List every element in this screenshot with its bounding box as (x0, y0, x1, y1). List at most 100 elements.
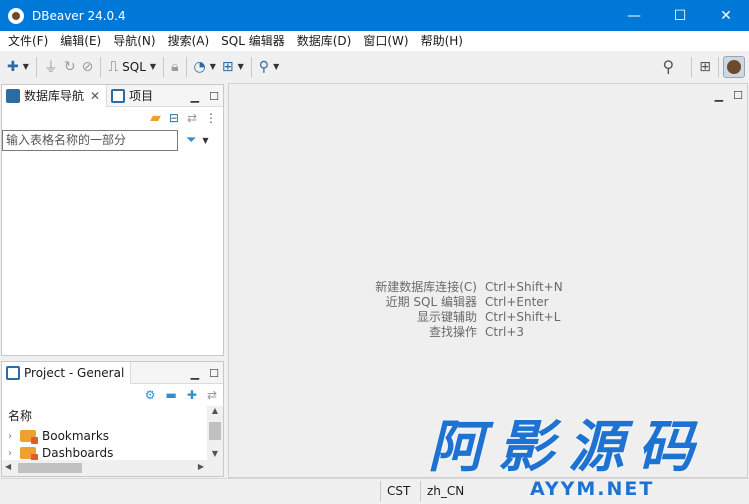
scroll-right-icon[interactable]: ▶ (198, 462, 204, 471)
scroll-thumb[interactable] (209, 422, 221, 440)
scroll-down-icon[interactable]: ▼ (207, 449, 223, 458)
column-header-name[interactable]: 名称 (2, 406, 223, 426)
toolbar-separator (691, 56, 693, 77)
hint-label: 显示键辅助 (416, 310, 477, 324)
tab-label: 数据库导航 (24, 89, 85, 103)
close-button[interactable]: ✕ (703, 0, 749, 31)
tree-item-label: Bookmarks (42, 429, 110, 443)
locale-status: zh_CN (420, 481, 470, 501)
sql-editor-button[interactable]: ⎍ SQL ▼ (105, 55, 159, 79)
search-icon: ⚲ (258, 58, 270, 75)
menu-navigate[interactable]: 导航(N) (107, 31, 161, 51)
sql-button-label: SQL (122, 59, 146, 74)
tree-item-label: Dashboards (42, 446, 114, 460)
chevron-down-icon: ▼ (209, 62, 216, 71)
maximize-button[interactable]: ☐ (657, 0, 703, 31)
menu-bar: 文件(F) 编辑(E) 导航(N) 搜索(A) SQL 编辑器 数据库(D) 窗… (0, 31, 749, 51)
menu-window[interactable]: 窗口(W) (357, 31, 414, 51)
minimize-view-icon[interactable]: ▁ (191, 367, 199, 380)
menu-database[interactable]: 数据库(D) (291, 31, 358, 51)
menu-file[interactable]: 文件(F) (2, 31, 54, 51)
chevron-right-icon[interactable]: › (8, 431, 20, 442)
hint-shortcut: Ctrl+Shift+N (485, 280, 563, 294)
project-vertical-scrollbar[interactable]: ▲ ▼ (207, 406, 223, 476)
minimize-button[interactable]: — (611, 0, 657, 31)
chevron-right-icon[interactable]: › (8, 448, 20, 459)
chevron-down-icon[interactable]: ▼ (202, 136, 208, 145)
dbeaver-perspective-button[interactable] (723, 55, 745, 78)
collapse-all-icon[interactable]: ⊟ (169, 111, 179, 125)
global-search-button[interactable]: ⚲ (660, 55, 678, 79)
hint-shortcut: Ctrl+Shift+L (485, 310, 561, 324)
project-toolbar: ⚙ ▬ ✚ ⇄ (2, 384, 223, 406)
scroll-up-icon[interactable]: ▲ (207, 406, 223, 416)
menu-edit[interactable]: 编辑(E) (54, 31, 107, 51)
connect-button[interactable]: ⏚ (41, 55, 61, 79)
sql-script-icon: ⎍ (108, 58, 119, 75)
scroll-thumb[interactable] (18, 463, 82, 473)
gear-icon[interactable]: ⚙ (145, 388, 156, 402)
chevron-down-icon: ▼ (22, 62, 29, 71)
main-toolbar: ✚ ▼ ⏚ ↻ ⊘ ⎍ SQL ▼ 🔒︎ ◔ ▼ ⊞ ▼ ⚲ ▼ ⚲ ⊞ (0, 51, 749, 82)
close-icon[interactable]: ✕ (90, 89, 100, 103)
expand-all-icon[interactable]: ✚ (187, 388, 197, 402)
toolbar-separator (35, 56, 37, 77)
reconnect-button[interactable]: ↻ (61, 55, 79, 79)
dashboard-button[interactable]: ◔ ▼ (191, 55, 219, 79)
transaction-lock-button[interactable]: 🔒︎ (168, 55, 181, 79)
hierarchy-icon: ⊞ (221, 58, 234, 75)
menu-sql-editor[interactable]: SQL 编辑器 (215, 31, 291, 51)
tab-label: Project - General (24, 365, 125, 380)
more-options-icon[interactable]: ⋮ (205, 111, 217, 125)
collapse-all-icon[interactable]: ▬ (166, 388, 177, 402)
tab-label: 项目 (129, 89, 154, 103)
schema-button[interactable]: ⊞ ▼ (219, 55, 247, 79)
shortcut-hints: 新建数据库连接(C) Ctrl+Shift+N 近期 SQL 编辑器 Ctrl+… (229, 280, 749, 340)
chevron-down-icon: ▼ (237, 62, 244, 71)
open-perspective-button[interactable]: ⊞ (696, 55, 714, 79)
minimize-view-icon[interactable]: ▁ (191, 90, 199, 103)
project-panel: Project - General ▁ ☐ ⚙ ▬ ✚ ⇄ 名称 › Bookm… (1, 361, 224, 477)
maximize-view-icon[interactable]: ☐ (209, 90, 219, 103)
toolbar-separator (163, 56, 165, 77)
chevron-down-icon: ▼ (149, 62, 157, 71)
minimize-view-icon[interactable]: ▁ (715, 89, 723, 102)
toolbar-separator (250, 56, 252, 77)
editor-area: ▁ ☐ 新建数据库连接(C) Ctrl+Shift+N 近期 SQL 编辑器 C… (228, 83, 748, 478)
navigator-tab-bar: 数据库导航 ✕ 项目 ▁ ☐ (2, 84, 223, 107)
plug-plus-icon: ✚ (7, 58, 19, 75)
menu-search[interactable]: 搜索(A) (162, 31, 216, 51)
timezone-status: CST (380, 481, 416, 501)
hint-label: 近期 SQL 编辑器 (385, 295, 477, 309)
database-navigator-panel: 数据库导航 ✕ 项目 ▁ ☐ ▰ ⊟ ⇄ ⋮ ⏷ ▼ (1, 84, 224, 356)
gauge-icon: ◔ (193, 58, 206, 75)
window-title: DBeaver 24.0.4 (32, 8, 126, 23)
tab-projects[interactable]: 项目 (107, 85, 159, 107)
filter-row: ⏷ ▼ (2, 129, 223, 151)
database-icon (6, 88, 20, 103)
disconnect-button[interactable]: ⊘ (79, 55, 97, 79)
tab-database-navigator[interactable]: 数据库导航 ✕ (2, 84, 108, 107)
beaver-icon (727, 59, 741, 74)
tree-item-bookmarks[interactable]: › Bookmarks (2, 426, 223, 446)
scroll-left-icon[interactable]: ◀ (5, 462, 11, 471)
menu-help[interactable]: 帮助(H) (415, 31, 469, 51)
maximize-view-icon[interactable]: ☐ (209, 367, 219, 380)
project-horizontal-scrollbar[interactable]: ◀ ▶ (2, 460, 207, 476)
magnifier-icon: ⚲ (662, 57, 675, 76)
editor-header: ▁ ☐ (229, 84, 747, 106)
hint-shortcut: Ctrl+Enter (485, 295, 549, 309)
navigator-toolbar: ▰ ⊟ ⇄ ⋮ (2, 107, 223, 129)
tab-project-general[interactable]: Project - General (2, 362, 132, 384)
unplug-icon: ⊘ (81, 58, 94, 75)
new-folder-icon[interactable]: ▰ (150, 110, 161, 126)
maximize-view-icon[interactable]: ☐ (733, 89, 743, 102)
link-editor-icon[interactable]: ⇄ (207, 388, 217, 402)
search-button[interactable]: ⚲ ▼ (256, 55, 282, 79)
filter-icon[interactable]: ⏷ (186, 133, 196, 148)
table-filter-input[interactable] (2, 129, 178, 151)
new-connection-button[interactable]: ✚ ▼ (4, 55, 32, 79)
project-icon (6, 365, 20, 380)
tree-item-dashboards[interactable]: › Dashboards (2, 446, 223, 460)
link-editor-icon[interactable]: ⇄ (187, 111, 197, 125)
